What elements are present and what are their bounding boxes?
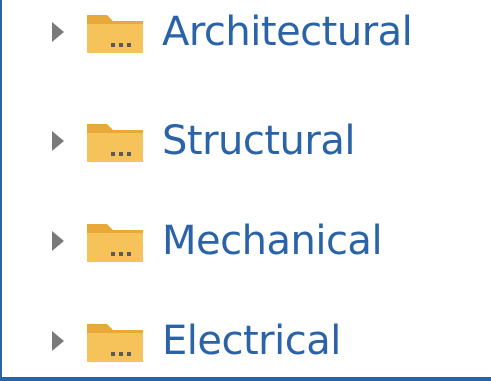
panel-bottom-border	[0, 377, 491, 381]
expand-arrow-icon[interactable]	[51, 330, 65, 352]
expand-arrow-icon[interactable]	[51, 230, 65, 252]
expand-arrow-icon[interactable]	[51, 21, 65, 43]
tree-item-label: Structural	[162, 118, 355, 164]
folder-icon	[87, 15, 143, 53]
folder-tree: Architectural Structural Mechanical Elec…	[0, 0, 491, 377]
folder-icon	[87, 224, 143, 262]
tree-item-mechanical[interactable]: Mechanical	[0, 213, 491, 269]
tree-item-structural[interactable]: Structural	[0, 113, 491, 169]
folder-icon	[87, 124, 143, 162]
tree-item-label: Mechanical	[162, 218, 383, 264]
tree-item-architectural[interactable]: Architectural	[0, 4, 491, 60]
tree-item-label: Electrical	[162, 318, 341, 364]
folder-icon	[87, 324, 143, 362]
tree-item-label: Architectural	[162, 9, 413, 55]
folder-tree-panel: Architectural Structural Mechanical Elec…	[0, 0, 491, 381]
expand-arrow-icon[interactable]	[51, 130, 65, 152]
tree-item-electrical[interactable]: Electrical	[0, 313, 491, 369]
